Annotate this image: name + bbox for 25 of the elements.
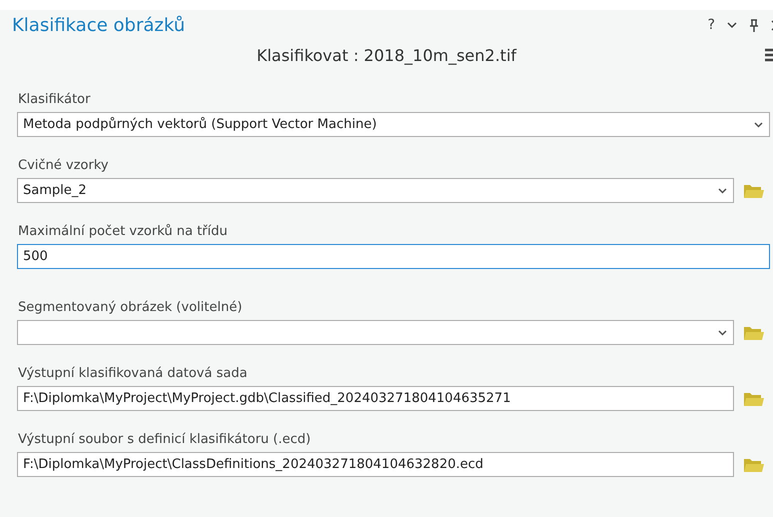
field-label: Cvičné vzorky xyxy=(18,158,108,173)
folder-icon[interactable] xyxy=(743,456,764,472)
field-label: Klasifikátor xyxy=(18,92,90,107)
chevron-icon[interactable] xyxy=(727,22,737,28)
caret-icon xyxy=(754,122,763,128)
caret-icon xyxy=(718,188,727,194)
tool-title: Klasifikovat : 2018_10m_sen2.tif xyxy=(256,46,516,64)
folder-icon[interactable] xyxy=(743,390,764,406)
help-button[interactable]: ? xyxy=(708,17,715,33)
field-label: Maximální počet vzorků na třídu xyxy=(18,224,228,239)
folder-icon[interactable] xyxy=(743,182,764,198)
dropdown-field[interactable]: Sample_2 xyxy=(17,178,734,203)
dropdown-field[interactable]: Metoda podpůrných vektorů (Support Vector Machine) xyxy=(17,112,770,137)
input-field[interactable]: 500 xyxy=(17,244,770,269)
menu-icon[interactable] xyxy=(765,48,773,62)
caret-icon xyxy=(718,330,727,336)
field-label: Výstupní klasifikovaná datová sada xyxy=(18,366,248,381)
folder-icon[interactable] xyxy=(743,324,764,340)
pin-icon[interactable] xyxy=(749,18,759,32)
input-field[interactable]: F:\Diplomka\MyProject\ClassDefinitions_202403271804104632820.ecd xyxy=(17,452,734,477)
input-field[interactable]: F:\Diplomka\MyProject\MyProject.gdb\Classified_202403271804104635271 xyxy=(17,386,734,411)
field-label: Segmentovaný obrázek (volitelné) xyxy=(18,300,242,315)
dropdown-field[interactable] xyxy=(17,320,734,345)
field-label: Výstupní soubor s definicí klasifikátoru (.ecd) xyxy=(18,432,311,447)
pane-title: Klasifikace obrázků xyxy=(12,14,185,36)
